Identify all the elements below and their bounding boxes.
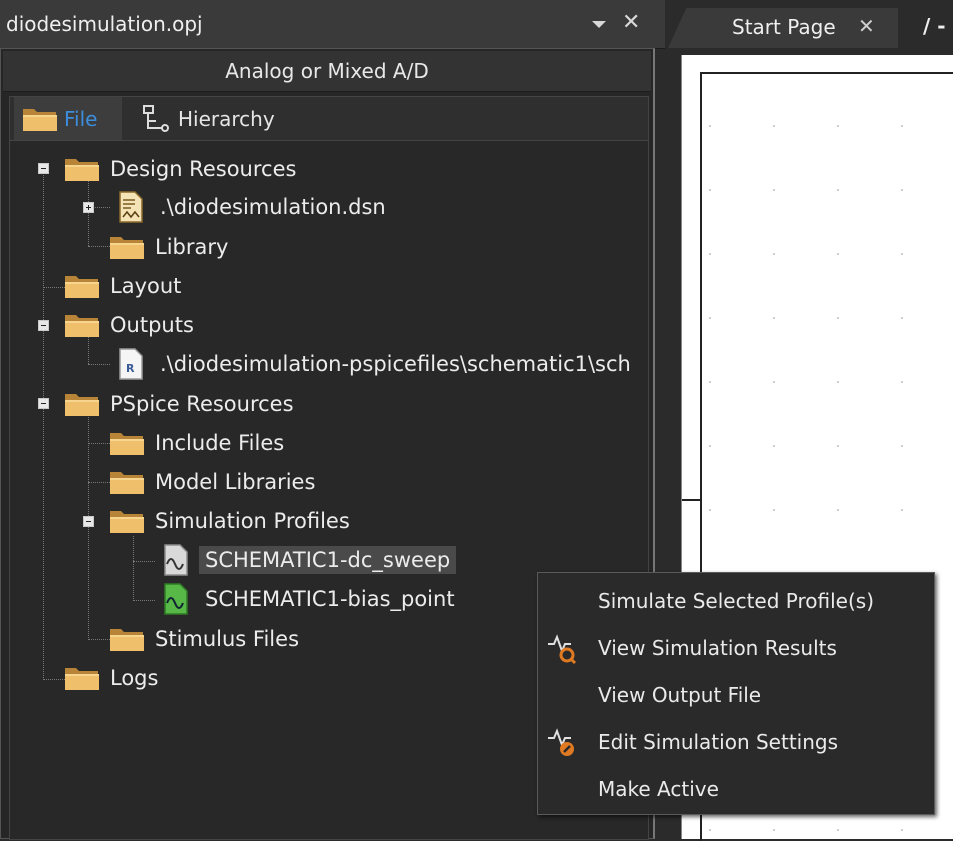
menu-item-label: Edit Simulation Settings (598, 730, 839, 754)
tab-start-page[interactable]: Start Page ✕ (668, 8, 898, 48)
tree-item-label: Model Libraries (155, 470, 316, 494)
tree-item-label: SCHEMATIC1-dc_sweep (199, 546, 457, 574)
folder-icon (109, 469, 145, 495)
folder-icon (109, 430, 145, 456)
tree-item-simulation-profiles[interactable]: Simulation Profiles (109, 503, 350, 539)
tab-start-page-label: Start Page (732, 15, 836, 39)
folder-icon (109, 508, 145, 534)
tab-hierarchy-label: Hierarchy (178, 107, 275, 131)
tree-item-label: Stimulus Files (155, 627, 300, 651)
menu-item-view-output[interactable]: View Output File (538, 672, 934, 718)
tree-item-label: SCHEMATIC1-bias_point (205, 587, 455, 611)
folder-icon (64, 312, 100, 338)
edit-settings-icon (548, 728, 574, 756)
tree-item-label: .\diodesimulation.dsn (160, 195, 386, 219)
tree-item-label: Design Resources (110, 157, 297, 181)
simulation-profile-icon (164, 544, 188, 576)
menu-item-simulate-selected[interactable]: Simulate Selected Profile(s) (538, 578, 934, 624)
tab-hierarchy[interactable]: Hierarchy (128, 97, 278, 141)
project-title: diodesimulation.opj (6, 12, 203, 36)
close-icon[interactable]: ✕ (858, 14, 875, 38)
collapse-toggle[interactable] (38, 320, 49, 331)
menu-item-label: Simulate Selected Profile(s) (598, 589, 874, 613)
tree-item-output-file[interactable]: R .\diodesimulation-pspicefiles\schemati… (118, 346, 631, 382)
folder-icon (109, 626, 145, 652)
folder-icon (64, 273, 100, 299)
menu-item-view-results[interactable]: View Simulation Results (538, 625, 934, 671)
tree-item-profile-dc-sweep[interactable]: SCHEMATIC1-dc_sweep (163, 542, 457, 578)
tree-item-library[interactable]: Library (109, 229, 228, 265)
tree-item-label: Include Files (155, 431, 285, 455)
tree-item-layout[interactable]: Layout (64, 268, 181, 304)
context-menu: Simulate Selected Profile(s) View Simula… (537, 572, 935, 815)
tree-item-model-libraries[interactable]: Model Libraries (109, 464, 315, 500)
tree-item-label: PSpice Resources (110, 392, 294, 416)
tree-item-logs[interactable]: Logs (64, 660, 158, 696)
tree-item-design-resources[interactable]: Design Resources (64, 151, 296, 187)
close-icon[interactable]: ✕ (622, 11, 640, 35)
tree-item-label: Outputs (110, 313, 194, 337)
svg-text:R: R (126, 362, 135, 375)
expand-toggle[interactable] (83, 202, 94, 213)
collapse-toggle[interactable] (38, 163, 49, 174)
folder-icon (64, 156, 100, 182)
tree-item-label: Simulation Profiles (155, 509, 350, 533)
editor-tab-bar: Start Page ✕ / - (668, 0, 953, 48)
folder-icon (109, 234, 145, 260)
tree-item-label: Logs (110, 666, 159, 690)
tree-item-include-files[interactable]: Include Files (109, 425, 284, 461)
collapse-toggle[interactable] (38, 398, 49, 409)
dropdown-icon[interactable] (588, 13, 610, 35)
menu-item-make-active[interactable]: Make Active (538, 766, 934, 812)
tab-file[interactable]: File (14, 97, 122, 141)
tab-file-label: File (64, 107, 98, 131)
folder-icon (22, 104, 58, 134)
schematic-file-icon (119, 191, 143, 223)
menu-item-label: Make Active (598, 777, 719, 801)
tree-item-stimulus-files[interactable]: Stimulus Files (109, 621, 299, 657)
tree-item-dsn-file[interactable]: .\diodesimulation.dsn (118, 189, 386, 225)
hierarchy-icon (143, 105, 169, 132)
tab-schematic[interactable]: / - (923, 14, 946, 38)
menu-item-label: View Simulation Results (598, 636, 837, 660)
tree-item-label: .\diodesimulation-pspicefiles\schematic1… (160, 352, 631, 376)
collapse-toggle[interactable] (83, 516, 94, 527)
tree-item-label: Layout (110, 274, 182, 298)
project-title-bar: diodesimulation.opj ✕ (0, 0, 665, 49)
view-results-icon (548, 634, 577, 664)
active-simulation-profile-icon (164, 583, 188, 615)
tree-item-profile-bias-point[interactable]: SCHEMATIC1-bias_point (163, 581, 455, 617)
tree-item-pspice-resources[interactable]: PSpice Resources (64, 386, 294, 422)
report-file-icon: R (119, 348, 143, 380)
folder-icon (64, 665, 100, 691)
tree-item-outputs[interactable]: Outputs (64, 307, 194, 343)
sheet-border-mark (682, 499, 700, 501)
menu-item-edit-settings[interactable]: Edit Simulation Settings (538, 719, 934, 765)
tree-item-label: Library (155, 235, 229, 259)
menu-item-label: View Output File (598, 683, 762, 707)
folder-icon (64, 391, 100, 417)
panel-tabstrip: File Hierarchy (9, 96, 649, 141)
panel-header: Analog or Mixed A/D (3, 51, 651, 92)
